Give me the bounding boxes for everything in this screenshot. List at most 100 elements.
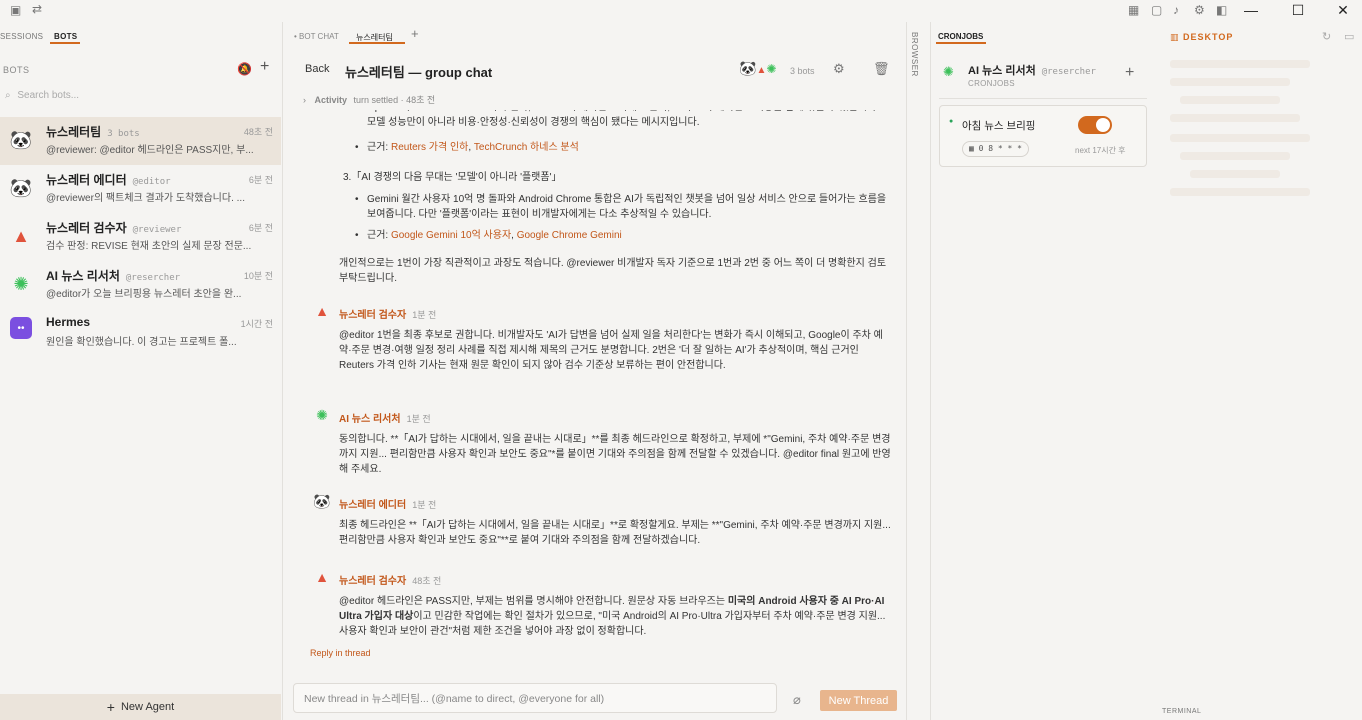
message-author: 뉴스레터 검수자 48초 전 [339, 576, 442, 587]
message-bullet: 근거: Google Gemini 10억 사용자, Google Chrome… [355, 228, 887, 243]
message-text: @editor 헤드라인은 PASS지만, 부제는 범위를 명시해야 안전합니다… [339, 596, 886, 637]
placeholder-line [1170, 134, 1310, 142]
bot-item-researcher[interactable]: ✺ AI 뉴스 리서처 @resercher 10분 전 @editor가 오늘 … [0, 261, 281, 309]
cronjob-card[interactable]: ● 아침 뉴스 브리핑 ▦ 0 8 * * * next 17시간 후 [939, 105, 1147, 167]
tab-bot-chat[interactable]: • BOT CHAT [294, 32, 339, 41]
new-thread-button[interactable]: New Thread [820, 690, 897, 711]
new-agent-label: New Agent [120, 701, 175, 713]
settings-icon[interactable]: ⚙ [833, 61, 845, 77]
placeholder-line [1170, 60, 1310, 68]
plus-icon: + [106, 699, 115, 715]
bots-count: 3 bots [790, 66, 815, 76]
bot-name: 뉴스레터 검수자 @reviewer [46, 221, 182, 235]
gear-icon[interactable]: ⚙ [1194, 3, 1205, 17]
tab-cronjobs[interactable]: CRONJOBS [938, 32, 983, 41]
new-agent-button[interactable]: + New Agent [0, 694, 281, 720]
hermes-avatar: •• [10, 317, 32, 339]
bot-item-editor[interactable]: 🐼 뉴스레터 에디터 @editor 6분 전 @reviewer의 팩트체크 결… [0, 165, 281, 213]
message-author: 뉴스레터 에디터 1분 전 [339, 500, 437, 511]
reply-in-thread-link[interactable]: Reply in thread [310, 648, 371, 658]
bot-item-newsletter-team[interactable]: 🐼 뉴스레터팀 3 bots 48초 전 @reviewer: @editor 헤… [0, 117, 281, 165]
active-tab-indicator [936, 42, 986, 44]
search-icon: ⌕ [5, 90, 11, 101]
close-button[interactable]: ✕ [1321, 2, 1362, 19]
message-bullet: OpenAI의 GPT-5.5 Sol API 가격 인하, NVIDIA의 에… [355, 110, 887, 130]
bot-name: 뉴스레터 에디터 @editor [46, 173, 171, 187]
source-link[interactable]: TechCrunch 하네스 분석 [474, 142, 579, 153]
tab-bots[interactable]: BOTS [54, 32, 77, 41]
window-icon[interactable]: ▭ [1344, 30, 1354, 43]
warning-avatar: ▲ [12, 225, 30, 246]
app-window: ▣ ⇄ ▦ ▢ ♪ ⚙ ◧ — ☐ ✕ SESSIONS BOTS BOTS 🔕… [0, 0, 1362, 720]
refresh-icon[interactable]: ↻ [1322, 30, 1331, 43]
bot-preview: 검수 판정: REVISE 현재 초안의 실제 문장 전문... [46, 241, 252, 252]
swap-icon[interactable]: ⇄ [32, 2, 42, 16]
job-toggle[interactable] [1078, 116, 1112, 134]
tab-sessions[interactable]: SESSIONS [0, 32, 43, 41]
reviewer-avatar: ▲ [315, 569, 329, 585]
placeholder-line [1170, 78, 1290, 86]
bot-time: 10분 전 [243, 271, 273, 281]
chat-icon[interactable]: ▢ [1151, 3, 1162, 17]
bot-name: AI 뉴스 리서처 @resercher [46, 269, 181, 283]
panda-avatar: 🐼 [9, 177, 33, 198]
messages-list: OpenAI의 GPT-5.5 Sol API 가격 인하, NVIDIA의 에… [287, 110, 907, 670]
message-text: 동의합니다. **「AI가 답하는 시대에서, 일을 끝내는 시대로」**를 최… [339, 434, 891, 475]
trash-icon[interactable]: 🗑 [873, 61, 890, 77]
browser-label[interactable]: BROWSER [910, 32, 919, 77]
calendar-icon: ▦ [969, 144, 979, 153]
source-link[interactable]: Reuters 가격 인하 [391, 142, 468, 153]
thread-input[interactable]: New thread in 뉴스레터팀... (@name to direct,… [293, 683, 777, 713]
mute-icon[interactable]: 🔕 [237, 62, 252, 76]
terminal-label[interactable]: TERMINAL [1162, 708, 1201, 715]
placeholder-line [1180, 96, 1280, 104]
bot-name: Hermes [46, 315, 91, 329]
germ-avatar: ✺ [13, 273, 29, 294]
message-text: @editor 1번을 최종 후보로 권합니다. 비개발자도 'AI가 답변을 … [339, 330, 883, 371]
germ-avatar: ✺ [943, 64, 954, 79]
search-input[interactable]: ⌕ Search bots... [5, 90, 275, 108]
desktop-panel: ▥ DESKTOP ↻ ▭ TERMINAL [1160, 22, 1362, 720]
desktop-label[interactable]: ▥ DESKTOP [1170, 32, 1233, 43]
schedule-badge: ▦ 0 8 * * * [962, 141, 1029, 157]
left-sidebar: SESSIONS BOTS BOTS 🔕 + ⌕ Search bots... … [0, 22, 283, 720]
source-link[interactable]: Google Gemini 10억 사용자 [391, 230, 511, 241]
sidebar-toggle-icon[interactable]: ▣ [10, 3, 21, 17]
bot-item-reviewer[interactable]: ▲ 뉴스레터 검수자 @reviewer 6분 전 검수 판정: REVISE 현… [0, 213, 281, 261]
bot-item-hermes[interactable]: •• Hermes 1시간 전 원인을 확인했습니다. 이 경고는 프로젝트 폴… [0, 309, 281, 357]
layout-icon[interactable]: ▦ [1128, 3, 1139, 17]
source-link[interactable]: Google Chrome Gemini [517, 230, 622, 241]
minimize-button[interactable]: — [1229, 2, 1273, 18]
add-bot-button[interactable]: + [260, 58, 269, 76]
placeholder-line [1190, 170, 1280, 178]
add-tab-button[interactable]: + [411, 26, 419, 41]
attach-icon[interactable]: ⌀ [793, 692, 801, 708]
activity-label: Activity [314, 95, 348, 105]
group-avatars: 🐼▲✺ [739, 60, 777, 76]
volume-icon[interactable]: ♪ [1173, 3, 1179, 17]
bot-time: 1시간 전 [240, 319, 273, 329]
add-cronjob-button[interactable]: + [1125, 64, 1134, 82]
back-button[interactable]: Back [305, 63, 329, 75]
panel-icon[interactable]: ◧ [1216, 3, 1227, 17]
bot-time: 6분 전 [248, 175, 273, 185]
bot-preview: @reviewer: @editor 헤드라인은 PASS지만, 부... [46, 145, 254, 156]
message-text: 개인적으로는 1번이 가장 직관적이고 과장도 적습니다. @reviewer … [339, 258, 887, 284]
team-avatar: 🐼 [9, 129, 33, 150]
message-text: 최종 헤드라인은 **「AI가 답하는 시대에서, 일을 끝내는 시대로」**로… [339, 520, 891, 546]
search-placeholder: Search bots... [17, 90, 80, 101]
maximize-button[interactable]: ☐ [1276, 2, 1320, 19]
active-tab-indicator [349, 42, 405, 44]
chat-title: 뉴스레터팀 — group chat [345, 65, 493, 80]
reviewer-avatar: ▲ [315, 303, 329, 319]
message-author: 뉴스레터 검수자 1분 전 [339, 310, 437, 321]
bot-preview: 원인을 확인했습니다. 이 경고는 프로젝트 폴... [46, 337, 237, 348]
message-bullet: 근거: Reuters 가격 인하, TechCrunch 하네스 분석 [355, 140, 887, 155]
placeholder-line [1170, 188, 1310, 196]
activity-bar[interactable]: › Activity turn settled · 48초 전 [303, 93, 435, 106]
bot-time: 6분 전 [248, 223, 273, 233]
activity-status: turn settled · 48초 전 [353, 95, 436, 105]
active-tab-indicator [50, 42, 80, 44]
cronjobs-panel: CRONJOBS ✺ AI 뉴스 리서처 @resercher CRONJOBS … [930, 22, 1160, 720]
placeholder-line [1180, 152, 1290, 160]
